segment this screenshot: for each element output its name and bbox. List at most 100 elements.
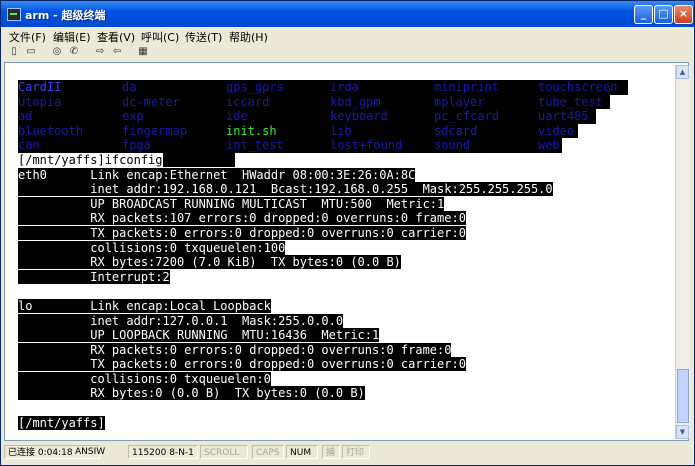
eth0-line: RX bytes:7200 (7.0 KiB) TX bytes:0 (0.0 …: [18, 255, 401, 270]
lo-line: RX bytes:0 (0.0 B) TX bytes:0 (0.0 B): [18, 386, 365, 401]
open-icon[interactable]: ▭: [25, 46, 37, 58]
lo-line: inet addr:127.0.0.1 Mask:255.0.0.0: [18, 313, 344, 328]
scroll-up-icon[interactable]: ▲: [676, 65, 689, 79]
listing-entry: iccard: [226, 94, 330, 110]
terminal-line: [/mnt/yaffs]ifconfig: [18, 152, 628, 168]
minimize-button[interactable]: _: [634, 5, 653, 24]
menu-transfer[interactable]: 传送(T): [185, 29, 222, 45]
eth0-line: collisions:0 txqueuelen:100: [18, 240, 286, 255]
listing-entry: sdcard: [434, 123, 538, 139]
status-capture: 捕: [322, 445, 340, 459]
menu-view[interactable]: 查看(V): [97, 29, 135, 45]
menu-bar: 文件(F) 编辑(E) 查看(V) 呼叫(C) 传送(T) 帮助(H): [3, 27, 693, 45]
listing-entry: lost+found: [330, 138, 434, 153]
listing-entry: tube_test: [538, 94, 610, 110]
listing-entry: ide: [226, 109, 330, 124]
terminal-line: TX packets:0 errors:0 dropped:0 overruns…: [18, 225, 628, 241]
maximize-button[interactable]: □: [654, 5, 673, 24]
listing-entry: fingermap: [122, 123, 226, 139]
listing-entry: kbd_gpm: [330, 94, 434, 110]
terminal-output: CardII da gps_gprs irda miniprint touchscreen…: [18, 80, 628, 430]
terminal-line: collisions:0 txqueuelen:100: [18, 240, 628, 256]
terminal-line: UP BROADCAST RUNNING MULTICAST MTU:500 M…: [18, 196, 628, 212]
listing-entry: uart485: [538, 109, 596, 124]
title-bar[interactable]: arm - 超级终端 _ □ ×: [1, 1, 694, 27]
listing-row: Utopia dc-meter iccard kbd_gpm mplayer tube_t…: [18, 94, 628, 110]
status-num: NUM: [286, 445, 318, 459]
status-emulation: ANSIW: [75, 447, 106, 457]
listing-entry: pc_cfcard: [434, 109, 538, 124]
call-icon[interactable]: ✆: [68, 46, 80, 58]
status-caps: CAPS: [252, 445, 284, 459]
terminal-line: eth0 Link encap:Ethernet HWaddr 08:00:3E…: [18, 167, 628, 183]
eth0-line: Interrupt:2: [18, 269, 170, 284]
terminal-line: TX packets:0 errors:0 dropped:0 overruns…: [18, 357, 628, 372]
terminal-line: RX bytes:0 (0.0 B) TX bytes:0 (0.0 B): [18, 386, 628, 401]
terminal-line: [/mnt/yaffs]: [18, 415, 628, 431]
new-icon[interactable]: ▯: [8, 46, 20, 58]
terminal-line: RX packets:0 errors:0 dropped:0 overruns…: [18, 342, 628, 358]
listing-entry: dc-meter: [122, 94, 226, 110]
terminal-line: UP LOOPBACK RUNNING MTU:16436 Metric:1: [18, 328, 628, 343]
terminal-line: RX bytes:7200 (7.0 KiB) TX bytes:0 (0.0 …: [18, 255, 628, 270]
terminal-line: RX packets:107 errors:0 dropped:0 overru…: [18, 211, 628, 226]
receive-icon[interactable]: ⇦: [111, 46, 123, 58]
eth0-line: UP BROADCAST RUNNING MULTICAST MTU:500 M…: [18, 196, 445, 211]
listing-entry: CardII: [18, 80, 122, 95]
vertical-scrollbar[interactable]: ▲ ▼: [675, 65, 690, 439]
terminal-icon: [7, 8, 21, 21]
menu-edit[interactable]: 编辑(E): [53, 29, 91, 45]
lo-line: TX packets:0 errors:0 dropped:0 overruns…: [18, 357, 466, 372]
menu-file[interactable]: 文件(F): [9, 29, 46, 45]
send-icon[interactable]: ⇨: [94, 46, 106, 58]
scroll-down-icon[interactable]: ▼: [676, 425, 689, 439]
toolbar: ▯ ▭ ◎ ✆ ⇨ ⇦ ▦: [3, 45, 693, 61]
listing-entry: exp: [122, 109, 226, 124]
lo-line: RX packets:0 errors:0 dropped:0 overruns…: [18, 342, 452, 357]
close-button[interactable]: ×: [674, 5, 693, 24]
eth0-line: TX packets:0 errors:0 dropped:0 overruns…: [18, 225, 466, 240]
properties-icon[interactable]: ▦: [137, 46, 149, 58]
listing-row: ad exp ide keyboard pc_cfcard uart485: [18, 109, 628, 124]
listing-entry: irda: [330, 80, 434, 95]
listing-entry: init.sh: [226, 123, 330, 139]
listing-entry: video: [538, 123, 578, 139]
listing-entry: mplayer: [434, 94, 538, 110]
listing-entry: keyboard: [330, 109, 434, 124]
lo-line: lo Link encap:Local Loopback: [18, 298, 271, 313]
listing-row: CardII da gps_gprs irda miniprint touchscreen: [18, 80, 628, 95]
status-scroll: SCROLL: [200, 445, 248, 459]
listing-entry: miniprint: [434, 80, 538, 95]
listing-entry: gps_gprs: [226, 80, 330, 95]
scroll-thumb[interactable]: [677, 369, 689, 423]
terminal-line: inet addr:192.168.0.121 Bcast:192.168.0.…: [18, 182, 628, 197]
listing-entry: int_test: [226, 138, 330, 153]
window-title: arm - 超级终端: [25, 9, 106, 22]
menu-help[interactable]: 帮助(H): [229, 29, 268, 45]
listing-entry: touchscreen: [538, 80, 628, 95]
listing-entry: da: [122, 80, 226, 95]
command-prompt: [/mnt/yaffs]ifconfig: [18, 152, 163, 167]
listing-entry: fpga: [122, 138, 226, 153]
command-prompt: [/mnt/yaffs]: [18, 415, 105, 430]
listing-entry: ad: [18, 109, 122, 124]
eth0-line: eth0 Link encap:Ethernet HWaddr 08:00:3E…: [18, 167, 416, 182]
disconnect-icon[interactable]: ◎: [51, 46, 63, 58]
menu-call[interactable]: 呼叫(C): [141, 29, 179, 45]
status-settings: 115200 8-N-1: [128, 445, 198, 459]
listing-row: can fpga int_test lost+found sound web: [18, 138, 628, 153]
eth0-line: RX packets:107 errors:0 dropped:0 overru…: [18, 211, 466, 226]
terminal-line: Interrupt:2: [18, 269, 628, 285]
listing-entry: web: [538, 138, 562, 153]
listing-row: bluetooth fingermap init.sh lib sdcard video: [18, 123, 628, 139]
terminal-line: collisions:0 txqueuelen:0: [18, 371, 628, 387]
lo-line: UP LOOPBACK RUNNING MTU:16436 Metric:1: [18, 328, 380, 343]
listing-entry: lib: [330, 123, 434, 139]
listing-entry: sound: [434, 138, 538, 153]
status-print: 打印: [342, 445, 370, 459]
listing-entry: bluetooth: [18, 123, 122, 139]
cursor-block: [162, 152, 235, 167]
status-bar: 已连接 0:04:18 ANSIW 115200 8-N-1 SCROLL CA…: [2, 443, 692, 463]
